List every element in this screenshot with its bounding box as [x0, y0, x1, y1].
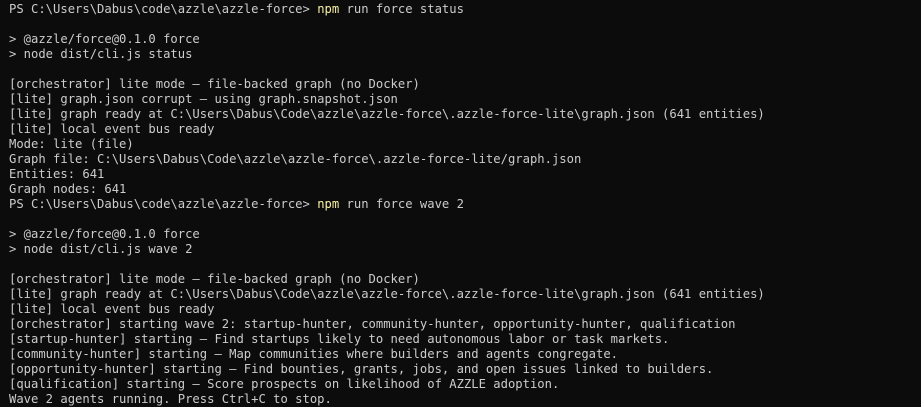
output-line: [startup-hunter] starting — Find startup…: [9, 332, 670, 346]
output-line: Wave 2 agents running. Press Ctrl+C to s…: [9, 392, 332, 406]
output-line: Graph nodes: 641: [9, 182, 127, 196]
terminal-window[interactable]: PS C:\Users\Dabus\code\azzle\azzle-force…: [0, 0, 921, 407]
output-line: Mode: lite (file): [9, 137, 134, 151]
output-line: [lite] graph ready at C:\Users\Dabus\Cod…: [9, 287, 765, 301]
prompt-text: PS C:\Users\Dabus\code\azzle\azzle-force…: [9, 2, 318, 16]
npm-line: > node dist/cli.js status: [9, 47, 193, 61]
output-line: [community-hunter] starting — Map commun…: [9, 347, 619, 361]
output-line: [lite] graph ready at C:\Users\Dabus\Cod…: [9, 107, 765, 121]
prompt-text: PS C:\Users\Dabus\code\azzle\azzle-force…: [9, 197, 318, 211]
command-name: npm: [317, 2, 340, 16]
command-args: run force wave 2: [339, 197, 464, 211]
prompt-line: PS C:\Users\Dabus\code\azzle\azzle-force…: [9, 197, 921, 212]
command-args: run force status: [339, 2, 464, 16]
npm-line: > @azzle/force@0.1.0 force: [9, 32, 200, 46]
output-line: [orchestrator] lite mode — file-backed g…: [9, 272, 420, 286]
output-line: [qualification] starting — Score prospec…: [9, 377, 560, 391]
output-line: [lite] local event bus ready: [9, 122, 215, 136]
npm-line: > node dist/cli.js wave 2: [9, 242, 193, 256]
output-line: [lite] graph.json corrupt — using graph.…: [9, 92, 398, 106]
output-line: [opportunity-hunter] starting — Find bou…: [9, 362, 714, 376]
output-line: Graph file: C:\Users\Dabus\Code\azzle\az…: [9, 152, 582, 166]
output-line: [orchestrator] lite mode — file-backed g…: [9, 77, 420, 91]
command-name: npm: [317, 197, 340, 211]
output-line: [lite] local event bus ready: [9, 302, 215, 316]
output-line: [orchestrator] starting wave 2: startup-…: [9, 317, 736, 331]
output-line: Entities: 641: [9, 167, 105, 181]
npm-line: > @azzle/force@0.1.0 force: [9, 227, 200, 241]
prompt-line: PS C:\Users\Dabus\code\azzle\azzle-force…: [9, 2, 921, 17]
